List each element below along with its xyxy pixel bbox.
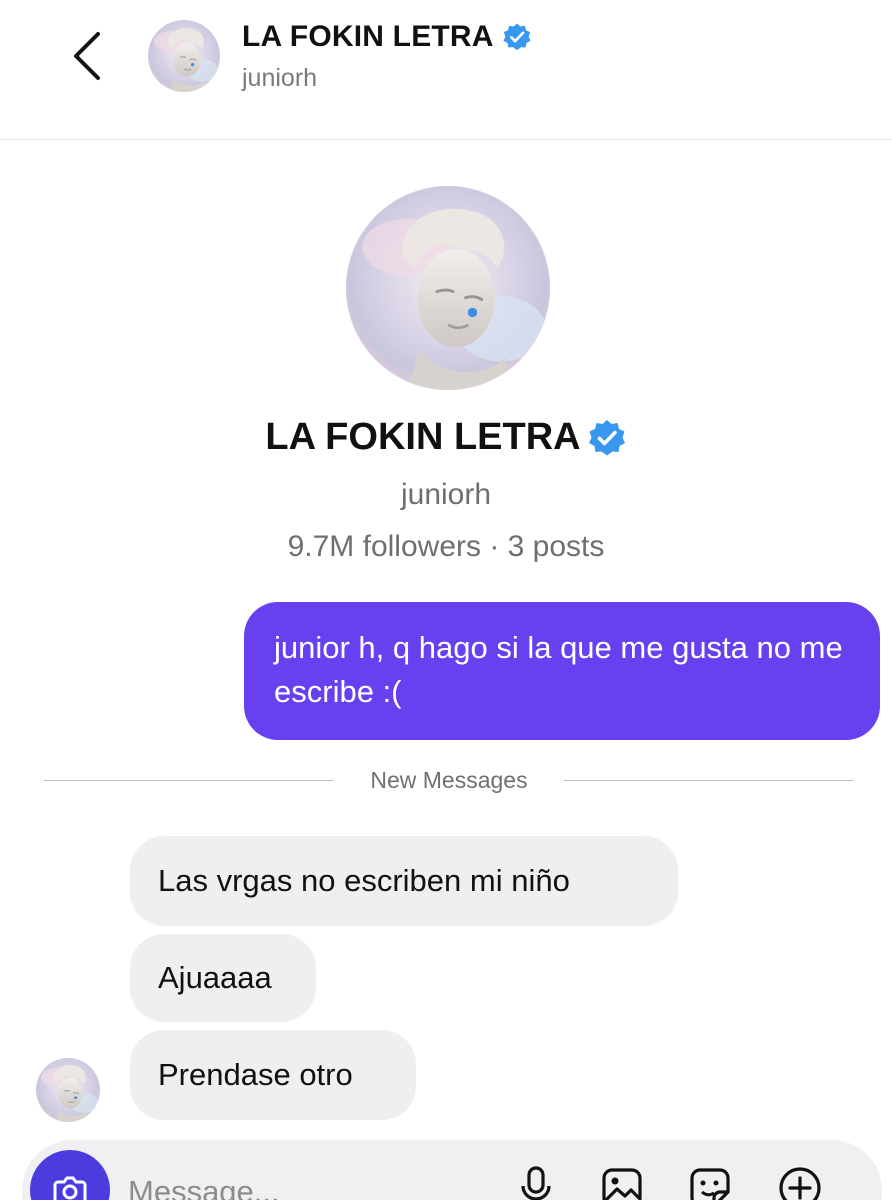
sender-avatar[interactable]	[36, 1058, 100, 1122]
verified-badge-icon	[588, 419, 625, 455]
voice-button[interactable]	[510, 1162, 562, 1200]
gallery-button[interactable]	[596, 1162, 648, 1200]
profile-name: LA FOKIN LETRA	[265, 416, 581, 458]
verified-badge-icon	[503, 23, 531, 51]
header-avatar[interactable]	[148, 20, 220, 92]
add-button[interactable]	[774, 1162, 826, 1200]
profile-handle: juniorh	[400, 478, 492, 511]
new-messages-divider: New Messages	[44, 765, 854, 797]
received-message-bubble[interactable]: Prendase otro	[130, 1030, 416, 1120]
plus-circle-icon	[779, 1167, 821, 1200]
profile-stats: 9.7M followers · 3 posts	[287, 530, 605, 563]
chevron-left-icon	[74, 32, 100, 80]
sent-message-bubble[interactable]: junior h, q hago si la que me gusta no m…	[244, 602, 880, 740]
header-name: LA FOKIN LETRA	[242, 20, 494, 53]
profile-name-row: LA FOKIN LETRA	[0, 416, 892, 459]
received-message-bubble[interactable]: Las vrgas no escriben mi niño	[130, 836, 678, 926]
message-text: Prendase otro	[158, 1057, 353, 1092]
sticker-icon	[690, 1168, 730, 1200]
header-handle: juniorh	[242, 64, 318, 92]
chat-header: LA FOKIN LETRA juniorh	[0, 0, 892, 140]
received-message-bubble[interactable]: Ajuaaaa	[130, 934, 316, 1022]
back-button[interactable]	[62, 28, 112, 84]
sticker-button[interactable]	[684, 1162, 736, 1200]
gallery-icon	[602, 1168, 642, 1200]
header-title[interactable]: LA FOKIN LETRA	[242, 20, 532, 54]
message-input[interactable]	[128, 1170, 488, 1200]
message-composer	[22, 1140, 882, 1200]
message-text: Las vrgas no escriben mi niño	[158, 863, 570, 898]
microphone-icon	[521, 1166, 551, 1200]
camera-icon	[53, 1176, 87, 1200]
divider-line	[564, 780, 854, 781]
profile-avatar[interactable]	[346, 186, 550, 390]
camera-button[interactable]	[30, 1150, 110, 1200]
message-text: Ajuaaaa	[158, 960, 272, 995]
